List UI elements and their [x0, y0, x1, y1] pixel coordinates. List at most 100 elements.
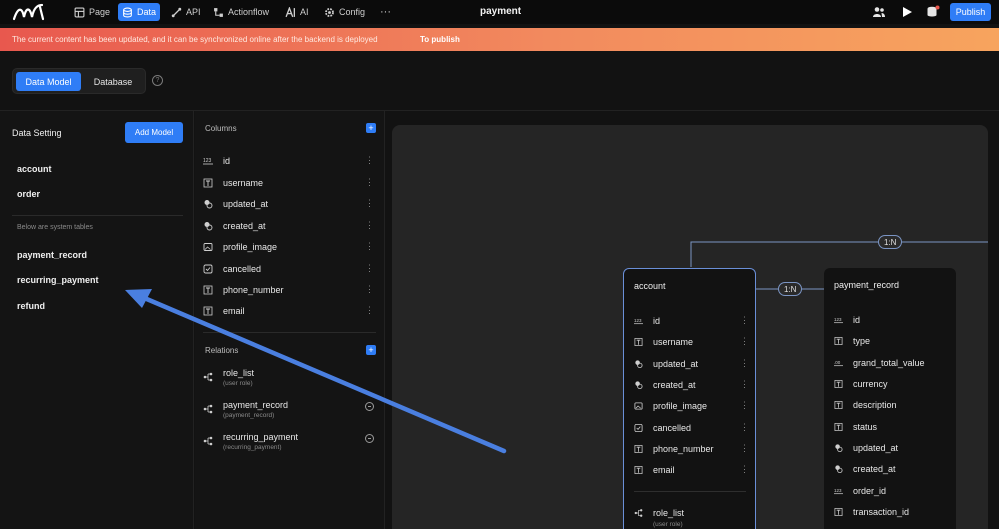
field-name: email: [653, 465, 675, 475]
field-row[interactable]: transaction_id: [834, 506, 949, 518]
field-row[interactable]: phone_number ⋮: [634, 443, 749, 455]
model-item-refund[interactable]: refund: [17, 301, 45, 311]
field-row[interactable]: updated_at: [834, 442, 949, 454]
momen-logo[interactable]: [12, 3, 46, 21]
more-vertical-icon[interactable]: ⋮: [740, 443, 749, 454]
nav-data[interactable]: Data: [118, 3, 161, 21]
field-row[interactable]: created_at: [834, 463, 949, 475]
field-row[interactable]: created_at ⋮: [634, 379, 749, 391]
column-row[interactable]: created_at ⋮: [203, 219, 378, 233]
field-row[interactable]: email ⋮: [634, 464, 749, 476]
model-card-account[interactable]: account 123 id ⋮ username ⋮ updated_at ⋮ cre…: [623, 268, 756, 529]
field-row[interactable]: status: [834, 421, 949, 433]
field-row[interactable]: cancelled ⋮: [634, 422, 749, 434]
more-icon: ···: [380, 6, 391, 18]
add-model-button[interactable]: Add Model: [125, 122, 183, 143]
relation-row[interactable]: role_list: [634, 507, 749, 519]
field-row[interactable]: description: [834, 399, 949, 411]
column-row[interactable]: email ⋮: [203, 304, 378, 318]
column-row[interactable]: profile_image ⋮: [203, 240, 378, 254]
nav-actionflow[interactable]: Actionflow: [209, 3, 273, 21]
more-vertical-icon[interactable]: ⋮: [740, 336, 749, 347]
field-name: updated_at: [653, 359, 699, 369]
more-vertical-icon[interactable]: ⋮: [740, 400, 749, 411]
more-vertical-icon[interactable]: ⋮: [365, 220, 374, 231]
nav-page[interactable]: Page: [70, 3, 114, 21]
nav-ai[interactable]: AI: [281, 3, 313, 21]
relation-name: payment_record: [223, 400, 289, 410]
more-vertical-icon[interactable]: ⋮: [365, 177, 374, 188]
update-banner: The current content has been updated, an…: [0, 28, 999, 51]
add-relation-button[interactable]: +: [366, 345, 376, 355]
field-row[interactable]: updated_at ⋮: [634, 358, 749, 370]
users-icon[interactable]: [872, 5, 886, 19]
relation-row[interactable]: role_list (user role): [203, 368, 378, 392]
field-name: currency: [853, 379, 888, 389]
model-card-title: account: [634, 281, 666, 291]
field-name: profile_image: [653, 401, 708, 411]
field-row[interactable]: username ⋮: [634, 336, 749, 348]
er-diagram-canvas[interactable]: 1:N 1:N account 123 id ⋮ username ⋮ updated…: [392, 125, 988, 529]
nav-config[interactable]: Config: [320, 3, 369, 21]
remove-relation-icon[interactable]: [365, 434, 374, 443]
model-item-order[interactable]: order: [17, 189, 40, 199]
text-icon: [634, 445, 643, 454]
more-vertical-icon[interactable]: ⋮: [740, 315, 749, 326]
relation-badge[interactable]: 1:N: [878, 235, 903, 249]
datetime-icon: [203, 221, 213, 231]
nav-api[interactable]: API: [167, 3, 205, 21]
text-icon: [834, 380, 843, 389]
field-row[interactable]: type: [834, 335, 949, 347]
column-row[interactable]: updated_at ⋮: [203, 197, 378, 211]
svg-text:123: 123: [203, 158, 212, 164]
relation-row[interactable]: payment_record (payment_record): [203, 400, 378, 424]
field-row[interactable]: currency: [834, 378, 949, 390]
relation-row[interactable]: recurring_payment (recurring_payment): [203, 432, 378, 456]
more-vertical-icon[interactable]: ⋮: [740, 422, 749, 433]
view-tabs: Data Model Database: [12, 68, 146, 94]
more-vertical-icon[interactable]: ⋮: [365, 284, 374, 295]
remove-relation-icon[interactable]: [365, 402, 374, 411]
column-row[interactable]: phone_number ⋮: [203, 283, 378, 297]
more-menu-button[interactable]: ···: [376, 3, 395, 21]
relation-badge[interactable]: 1:N: [778, 282, 803, 296]
more-vertical-icon[interactable]: ⋮: [365, 263, 374, 274]
publish-button[interactable]: Publish: [950, 3, 991, 21]
column-row[interactable]: username ⋮: [203, 176, 378, 190]
datetime-icon: [634, 360, 643, 369]
field-row[interactable]: .00 grand_total_value: [834, 357, 949, 369]
datetime-icon: [834, 444, 843, 453]
more-vertical-icon[interactable]: ⋮: [740, 464, 749, 475]
field-row[interactable]: 123 id: [834, 314, 949, 326]
field-name: type: [853, 336, 871, 346]
play-icon[interactable]: [900, 5, 914, 19]
tab-data-model[interactable]: Data Model: [16, 72, 81, 91]
more-vertical-icon[interactable]: ⋮: [365, 155, 374, 166]
relation-name: role_list: [223, 368, 255, 378]
column-name: cancelled: [223, 264, 262, 274]
actionflow-icon: [214, 7, 223, 17]
tab-database[interactable]: Database: [85, 72, 141, 91]
field-row[interactable]: profile_image ⋮: [634, 400, 749, 412]
model-item-payment-record[interactable]: payment_record: [17, 250, 87, 260]
add-column-button[interactable]: +: [366, 123, 376, 133]
field-row[interactable]: 123 order_id: [834, 485, 949, 497]
more-vertical-icon[interactable]: ⋮: [365, 198, 374, 209]
relation-target: (user role): [653, 521, 683, 528]
more-vertical-icon[interactable]: ⋮: [740, 358, 749, 369]
more-vertical-icon[interactable]: ⋮: [365, 305, 374, 316]
database-sync-icon[interactable]: [926, 5, 940, 19]
more-vertical-icon[interactable]: ⋮: [365, 241, 374, 252]
model-card-payment-record[interactable]: payment_record 123 id type .00 grand_total…: [824, 268, 956, 529]
field-row[interactable]: 123 id ⋮: [634, 315, 749, 327]
column-row[interactable]: 123 id ⋮: [203, 154, 378, 168]
model-item-account[interactable]: account: [17, 164, 52, 174]
column-name: username: [223, 178, 264, 188]
more-vertical-icon[interactable]: ⋮: [740, 379, 749, 390]
help-icon[interactable]: ?: [152, 75, 163, 86]
model-item-recurring-payment[interactable]: recurring_payment: [17, 275, 99, 285]
nav-data-label: Data: [137, 7, 157, 17]
to-publish-link[interactable]: To publish: [420, 35, 460, 44]
id-icon: 123: [834, 487, 843, 496]
column-row[interactable]: cancelled ⋮: [203, 262, 378, 276]
